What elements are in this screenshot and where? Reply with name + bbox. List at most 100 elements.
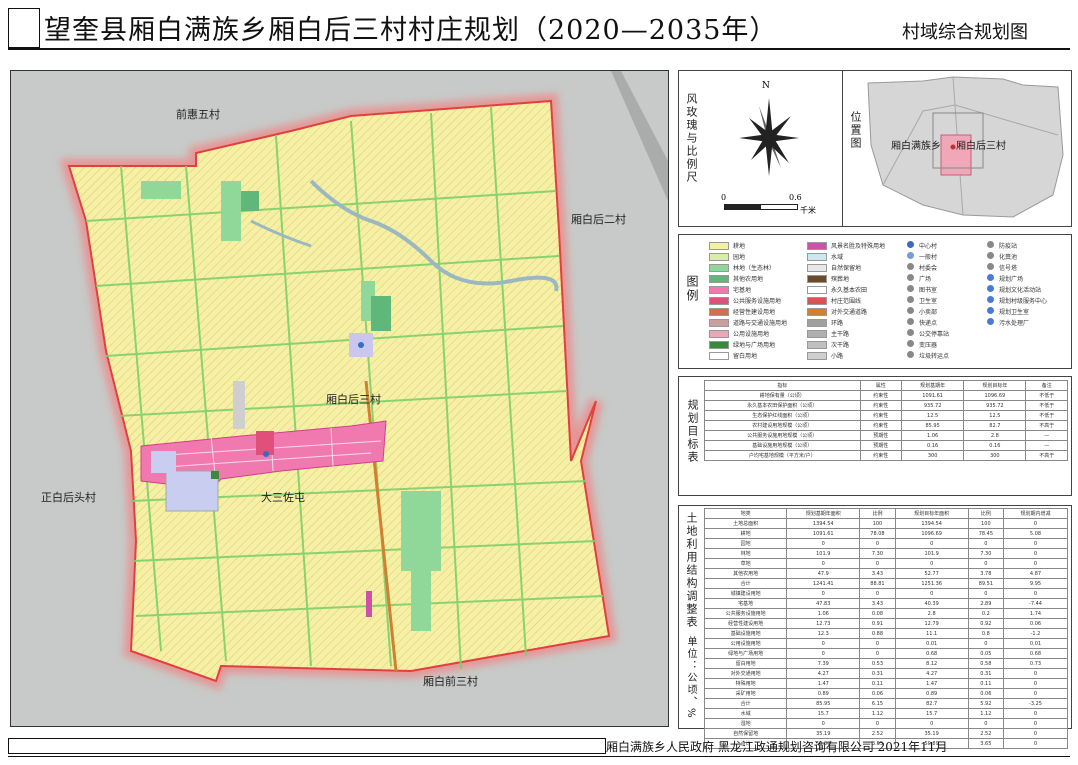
legend-text-col2-1: 水域	[831, 254, 844, 261]
targets-header-cell: 属性	[859, 380, 903, 391]
targets-cell: 935.72	[963, 400, 1027, 411]
landuse-cell: 其他农用地	[703, 568, 788, 579]
legend-text-col3-3: 广场	[919, 276, 932, 283]
table-row: 草地 0 0 0 0 0	[703, 558, 1068, 569]
legend-swatch-col3-5	[907, 296, 914, 303]
landuse-cell: 1394.54	[894, 518, 969, 529]
landuse-unit: 单位：公顷、%	[685, 636, 696, 720]
targets-cell: 生态保护红线面积（公顷）	[704, 410, 861, 421]
compass-panel: 风玫瑰与比例尺 N 0 0.6 千米	[678, 70, 862, 227]
legend-swatch-col3-4	[907, 285, 914, 292]
landuse-cell: 1.74	[1003, 608, 1068, 619]
legend-text-col2-4: 永久基本农田	[831, 287, 868, 294]
landuse-cell: 0	[967, 538, 1005, 549]
legend-text-col1-8: 公用设施用地	[733, 331, 770, 338]
legend-swatch-col1-4	[709, 286, 729, 294]
targets-cell: 约束性	[859, 390, 903, 401]
landuse-cell: 城镇建设用地	[703, 588, 788, 599]
scale-bar	[724, 204, 798, 210]
legend-swatch-col1-8	[709, 330, 729, 338]
table-row: 其他农用地 47.9 3.43 52.77 3.78 4.87	[703, 568, 1068, 579]
table-row: 对外交通用地 4.27 0.31 4.27 0.31 0	[703, 668, 1068, 679]
landuse-cell: 9.95	[1003, 578, 1068, 589]
legend-text-col1-5: 公共服务设施用地	[733, 298, 782, 305]
legend-swatch-col3-10	[907, 351, 914, 358]
targets-cell: 12.5	[901, 410, 965, 421]
landuse-cell: 4.27	[786, 668, 861, 679]
landuse-cell: 1096.69	[894, 528, 969, 539]
landuse-header-cell: 比例	[859, 508, 896, 519]
landuse-cell: 1091.61	[786, 528, 861, 539]
landuse-cell: 0.2	[967, 608, 1005, 619]
title-box	[8, 8, 40, 48]
legend-text-col1-1: 园地	[733, 254, 746, 261]
table-row: 绿地与广场用地 0 0 0.68 0.05 0.68	[703, 648, 1068, 659]
legend-swatch-col4-2	[987, 263, 994, 270]
place-label-west: 正白后头村	[41, 491, 96, 504]
landuse-cell: 12.3	[786, 628, 861, 639]
planning-target-table: 指标 属性 规划基期年 规划目标年 备注 耕地保有量（公顷） 约束性 1091.61 1096…	[704, 380, 1068, 461]
scale-end: 0.6	[789, 193, 802, 202]
landuse-cell: 12.79	[894, 618, 969, 629]
landuse-cell: 5.08	[1003, 528, 1068, 539]
landuse-cell: 0.06	[859, 688, 896, 699]
table-row: 水域 15.7 1.12 15.7 1.12 0	[703, 708, 1068, 719]
landuse-cell: 88.81	[859, 578, 896, 589]
legend-text-col4-5: 规划村级服务中心	[999, 298, 1048, 305]
landuse-cell: 5.92	[967, 698, 1005, 709]
landuse-cell: 留白用地	[703, 658, 788, 669]
landuse-cell: 0.89	[786, 688, 861, 699]
landuse-cell: 0	[1003, 708, 1068, 719]
legend-swatch-col2-7	[807, 319, 827, 327]
landuse-cell: 0	[967, 558, 1005, 569]
landuse-cell: 47.83	[786, 598, 861, 609]
place-label-east: 厢白后二村	[571, 213, 626, 226]
landuse-label: 土地利用结构调整表	[685, 512, 698, 629]
legend-swatch-col4-0	[987, 241, 994, 248]
landuse-cell: 0.8	[967, 628, 1005, 639]
legend-swatch-col3-3	[907, 274, 914, 281]
targets-cell: 85.95	[901, 420, 965, 431]
legend-swatch-col4-3	[987, 274, 994, 281]
legend-swatch-col3-2	[907, 263, 914, 270]
scale-start: 0	[721, 193, 727, 202]
landuse-cell: 耕地	[703, 528, 788, 539]
place-label-settlement: 大三佐屯	[261, 491, 305, 504]
targets-header-cell: 规划目标年	[963, 380, 1027, 391]
targets-cell: 不高于	[1025, 450, 1068, 461]
legend-swatch-col2-5	[807, 297, 827, 305]
landuse-cell: 0.08	[859, 608, 896, 619]
landuse-cell: 78.08	[859, 528, 896, 539]
landuse-cell: 52.77	[894, 568, 969, 579]
landuse-cell: 0	[1003, 678, 1068, 689]
landuse-cell: 0	[1003, 558, 1068, 569]
landuse-cell: -7.44	[1003, 598, 1068, 609]
legend-text-col2-7: 环路	[831, 320, 844, 327]
legend-swatch-col4-4	[987, 285, 994, 292]
legend-text-col2-6: 对外交通道路	[831, 309, 868, 316]
compass-panel-label: 风玫瑰与比例尺	[685, 93, 698, 184]
landuse-cell: 合计	[703, 578, 788, 589]
legend-swatch-col3-6	[907, 307, 914, 314]
landuse-cell: 0	[1003, 538, 1068, 549]
targets-header-cell: 指标	[704, 380, 861, 391]
targets-cell: 1096.69	[963, 390, 1027, 401]
landuse-cell: 0.53	[859, 658, 896, 669]
landuse-cell: 0	[967, 718, 1005, 729]
location-township: 厢白满族乡	[891, 141, 941, 152]
plan-sheet: 望奎县厢白满族乡厢白后三村村庄规划（2020—2035年） 村域综合规划图 前惠…	[0, 0, 1078, 765]
table-row: 农村建设用地规模（公顷） 约束性 85.95 82.7 不高于	[704, 420, 1068, 431]
table-row: 土地总面积 1394.54 100 1394.54 100 0	[703, 518, 1068, 529]
targets-cell: 不高于	[1025, 420, 1068, 431]
landuse-cell: 100	[859, 518, 896, 529]
targets-header-cell: 备注	[1025, 380, 1068, 391]
landuse-cell: 82.7	[894, 698, 969, 709]
table-row: 公用设施用地 0 0 0.01 0 0.01	[703, 638, 1068, 649]
landuse-cell: 公用设施用地	[703, 638, 788, 649]
village-map[interactable]: 前惠五村 厢白后二村 正白后头村 厢白前三村 厢白后三村 大三佐屯	[10, 70, 669, 727]
landuse-cell: 0	[786, 538, 861, 549]
landuse-cell: 3.65	[967, 738, 1005, 749]
location-village: 厢白后三村	[956, 141, 1006, 152]
landuse-cell: 0.91	[859, 618, 896, 629]
landuse-cell: 0	[894, 718, 969, 729]
